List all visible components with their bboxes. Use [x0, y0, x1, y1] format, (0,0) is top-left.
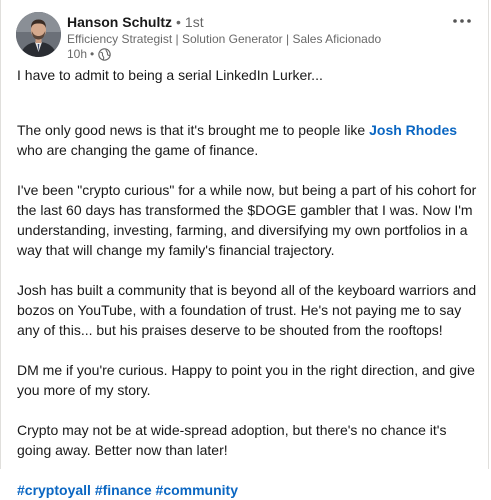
post-paragraph-5: DM me if you're curious. Happy to point … — [17, 362, 475, 398]
paragraph-2-text-before: The only good news is that it's brought … — [17, 122, 370, 138]
more-horizontal-icon — [452, 11, 472, 29]
more-options-button[interactable] — [450, 10, 474, 30]
post-paragraph-6: Crypto may not be at wide-spread adoptio… — [17, 422, 447, 458]
post-paragraph-3: I've been "crypto curious" for a while n… — [17, 182, 477, 258]
hashtag-list: #cryptoyall #finance #community — [17, 480, 480, 500]
paragraph-2-text-after: who are changing the game of finance. — [17, 142, 259, 158]
post-paragraph-4: Josh has built a community that is beyon… — [17, 282, 477, 338]
post-card: Hanson Schultz • 1st Efficiency Strategi… — [0, 0, 489, 498]
author-headline: Efficiency Strategist | Solution Generat… — [67, 32, 382, 46]
post-time: 10h — [67, 47, 88, 61]
hashtag-link[interactable]: #community — [156, 482, 238, 498]
post-paragraph-1: I have to admit to being a serial Linked… — [17, 67, 323, 83]
mention-link[interactable]: Josh Rhodes — [369, 122, 457, 138]
author-name-row: Hanson Schultz • 1st — [67, 12, 204, 32]
separator-dot: • — [176, 14, 181, 30]
author-avatar[interactable] — [16, 12, 61, 57]
author-name[interactable]: Hanson Schultz — [67, 12, 172, 32]
globe-icon — [98, 47, 111, 61]
hashtag-link[interactable]: #finance — [95, 482, 152, 498]
post-paragraph-2: The only good news is that it's brought … — [17, 120, 480, 160]
separator-dot: • — [90, 47, 95, 61]
post-text: I have to admit to being a serial Linked… — [17, 65, 480, 500]
connection-degree: 1st — [184, 14, 204, 30]
post-meta: 10h • — [67, 46, 111, 62]
hashtag-link[interactable]: #cryptoyall — [17, 482, 91, 498]
